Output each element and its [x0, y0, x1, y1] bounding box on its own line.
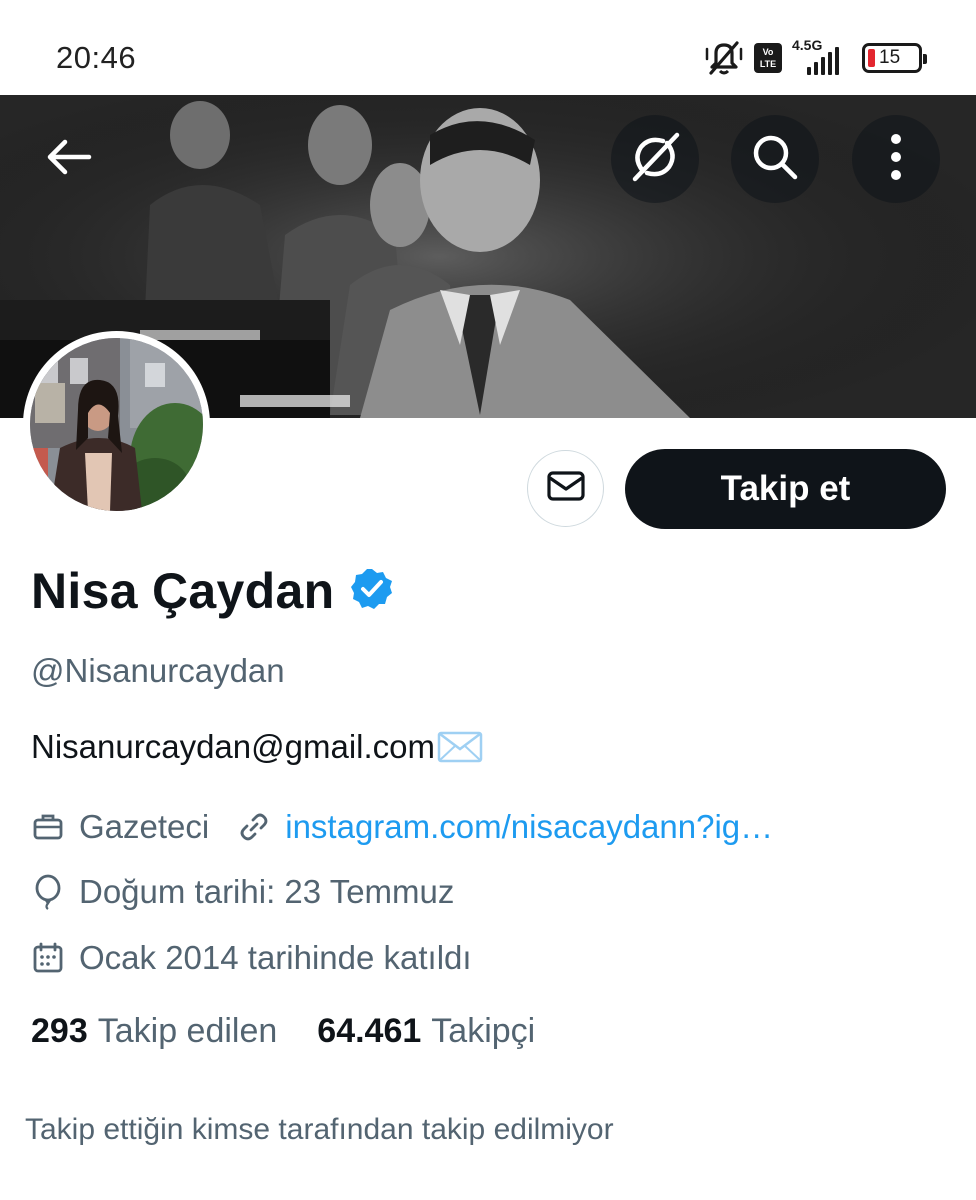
profile-name: Nisa Çaydan: [31, 563, 335, 619]
signal-icon: 4.5G: [792, 37, 852, 75]
status-bar: 20:46 Vo LTE 4.5G 15: [0, 0, 976, 95]
volte-top-label: Vo: [762, 47, 774, 57]
battery-icon: 15: [862, 43, 927, 73]
mute-icon: [704, 39, 744, 77]
followers-stat[interactable]: 64.461 Takipçi: [317, 1012, 535, 1051]
joined-row: Ocak 2014 tarihinde katıldı: [31, 939, 472, 977]
following-label: Takip edilen: [97, 1012, 278, 1050]
profile-website-link[interactable]: instagram.com/nisacaydann?ig…: [285, 808, 773, 846]
follow-button[interactable]: Takip et: [625, 449, 946, 529]
envelope-emoji-icon: [437, 730, 483, 764]
back-arrow-icon: [45, 137, 93, 182]
birthday-text: Doğum tarihi: 23 Temmuz: [79, 873, 455, 910]
more-button[interactable]: [852, 115, 940, 203]
volte-bottom-label: LTE: [759, 59, 777, 69]
volte-icon: Vo LTE: [754, 43, 782, 73]
search-button[interactable]: [731, 115, 819, 203]
joined-text: Ocak 2014 tarihinde katıldı: [79, 939, 472, 976]
status-time: 20:46: [56, 40, 137, 75]
briefcase-icon: [31, 810, 65, 844]
following-stat[interactable]: 293 Takip edilen: [31, 1012, 277, 1051]
battery-level: 15: [879, 47, 901, 68]
followers-count: 64.461: [317, 1012, 422, 1050]
message-button[interactable]: [527, 450, 604, 527]
battery-fill: [868, 49, 875, 67]
back-button[interactable]: [25, 115, 113, 203]
status-icons: Vo LTE 4.5G 15: [704, 37, 927, 78]
mail-icon: [546, 470, 586, 507]
bio-text: Nisanurcaydan@gmail.com: [31, 728, 435, 765]
birthday-row: Doğum tarihi: 23 Temmuz: [31, 873, 454, 911]
avatar-image: [30, 338, 203, 511]
following-count: 293: [31, 1012, 88, 1050]
more-icon: [889, 132, 903, 187]
profession-text: Gazeteci: [79, 808, 210, 845]
link-icon: [237, 810, 271, 844]
balloon-icon: [31, 874, 65, 910]
avatar[interactable]: [23, 331, 210, 518]
search-icon: [749, 131, 801, 188]
network-type-label: 4.5G: [792, 37, 823, 53]
follow-stats: 293 Takip edilen 64.461 Takipçi: [31, 1012, 535, 1051]
profile-handle: @Nisanurcaydan: [31, 652, 285, 689]
profile-name-row: Nisa Çaydan: [31, 562, 394, 620]
followed-by-notice: Takip ettiğin kimse tarafından takip edi…: [25, 1113, 614, 1146]
profession-link-row: Gazeteci instagram.com/nisacaydann?ig…: [31, 808, 773, 846]
followers-label: Takipçi: [431, 1012, 536, 1050]
profile-bio: Nisanurcaydan@gmail.com: [31, 728, 483, 766]
grok-icon: [627, 129, 683, 190]
calendar-icon: [31, 941, 65, 975]
grok-button[interactable]: [611, 115, 699, 203]
verified-badge-icon: [350, 567, 394, 616]
